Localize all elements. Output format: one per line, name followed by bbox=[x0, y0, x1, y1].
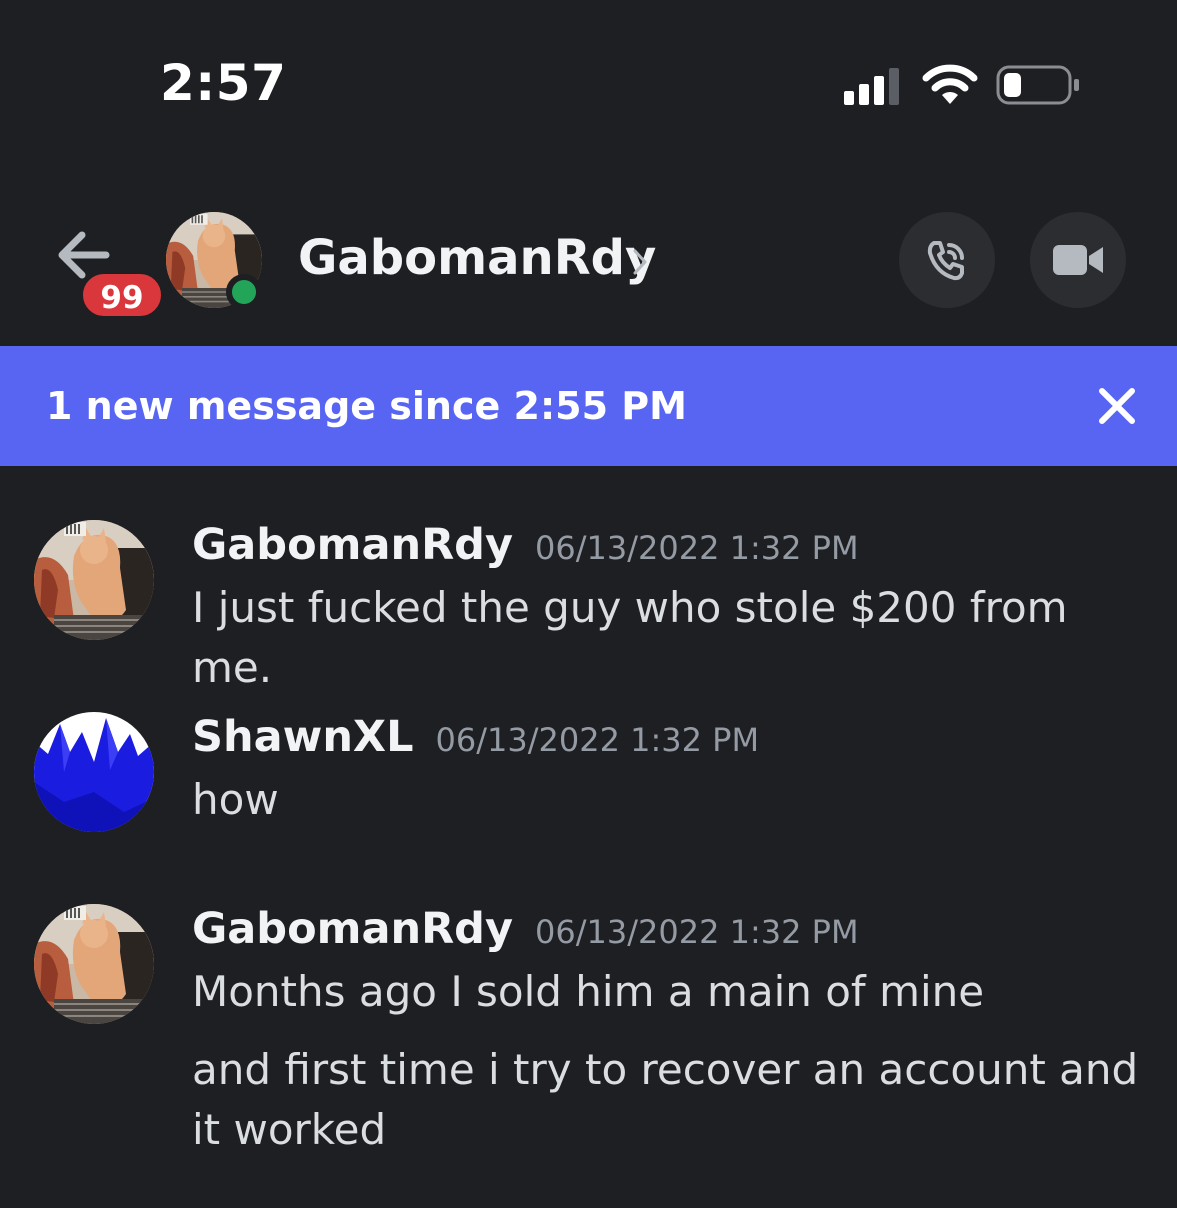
phone-call-icon bbox=[927, 241, 964, 281]
video-call-button[interactable] bbox=[1030, 212, 1126, 308]
message-text: how bbox=[192, 775, 279, 824]
message-header: GabomanRdy 06/13/2022 1:32 PM bbox=[192, 520, 859, 570]
cat-avatar[interactable] bbox=[34, 520, 154, 640]
wifi-icon bbox=[922, 64, 978, 104]
message-timestamp: 06/13/2022 1:32 PM bbox=[535, 913, 859, 951]
dm-screen: 2:57 99 GabomanRdy 1 new message since 2… bbox=[0, 0, 1177, 1208]
new-messages-banner[interactable]: 1 new message since 2:55 PM bbox=[0, 346, 1177, 466]
close-icon[interactable] bbox=[1094, 383, 1140, 429]
message-header: GabomanRdy 06/13/2022 1:32 PM bbox=[192, 904, 859, 954]
header-user-name[interactable]: GabomanRdy bbox=[298, 230, 656, 286]
blue-spikes-avatar[interactable] bbox=[34, 712, 154, 832]
message-header: ShawnXL 06/13/2022 1:32 PM bbox=[192, 712, 759, 762]
message-text: and first time i try to recover an accou… bbox=[192, 1045, 1139, 1154]
message-text: Months ago I sold him a main of mine bbox=[192, 967, 985, 1016]
conversation-header: 99 GabomanRdy bbox=[0, 170, 1177, 345]
cat-avatar[interactable] bbox=[34, 904, 154, 1024]
unread-badge: 99 bbox=[80, 271, 164, 319]
message-author[interactable]: GabomanRdy bbox=[192, 520, 513, 570]
new-messages-text: 1 new message since 2:55 PM bbox=[46, 384, 687, 428]
battery-icon bbox=[996, 65, 1079, 105]
message-timestamp: 06/13/2022 1:32 PM bbox=[435, 721, 760, 759]
voice-call-button[interactable] bbox=[899, 212, 995, 308]
chevron-right-icon[interactable] bbox=[630, 247, 650, 277]
status-bar: 2:57 bbox=[0, 0, 1177, 170]
message-author[interactable]: ShawnXL bbox=[192, 712, 414, 762]
message-author[interactable]: GabomanRdy bbox=[192, 904, 513, 954]
status-time: 2:57 bbox=[160, 54, 287, 112]
message-timestamp: 06/13/2022 1:32 PM bbox=[535, 529, 859, 567]
online-status-dot bbox=[226, 274, 262, 310]
message-text: I just fucked the guy who stole $200 fro… bbox=[192, 583, 1068, 692]
video-camera-icon bbox=[1053, 245, 1103, 275]
signal-icon bbox=[844, 68, 899, 105]
